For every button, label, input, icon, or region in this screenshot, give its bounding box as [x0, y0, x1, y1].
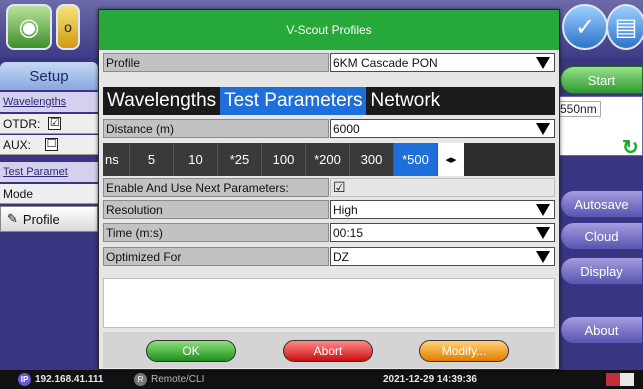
remote-status: R Remote/CLI: [134, 373, 204, 386]
distance-option[interactable]: *200: [306, 143, 350, 176]
optimized-select[interactable]: DZ: [330, 247, 555, 266]
aux-checkbox[interactable]: ☐: [45, 138, 59, 151]
status-bar: IP 192.168.41.111 R Remote/CLI 2021-12-2…: [0, 370, 643, 389]
remote-text: Remote/CLI: [151, 374, 205, 385]
test-params-header: Test Paramet: [0, 162, 98, 182]
distance-option[interactable]: 300: [350, 143, 394, 176]
status-flags-icon: [606, 373, 634, 386]
cloud-button[interactable]: Cloud: [560, 222, 643, 250]
distance-option[interactable]: ns: [103, 143, 130, 176]
aux-label: AUX:: [3, 137, 32, 152]
profile-button[interactable]: ✎ Profile: [0, 206, 98, 232]
distance-option[interactable]: 5: [130, 143, 174, 176]
about-button[interactable]: About: [560, 316, 643, 344]
wavelengths-header: Wavelengths: [0, 92, 98, 112]
mode-row[interactable]: Mode: [0, 184, 98, 204]
enable-next-row: Enable And Use Next Parameters: ☑: [103, 178, 555, 197]
resolution-value: High: [333, 202, 358, 217]
start-button[interactable]: Start: [560, 66, 643, 94]
chevron-down-icon: [536, 57, 550, 69]
checkbox-icon[interactable]: ☑: [333, 179, 346, 196]
secondary-app-icon[interactable]: o: [56, 4, 80, 50]
optimized-value: DZ: [333, 249, 349, 264]
optimized-label: Optimized For: [103, 247, 329, 266]
distance-option[interactable]: 100: [262, 143, 306, 176]
distance-row: Distance (m) 6000: [103, 119, 555, 138]
distance-options: ns 5 10 *25 100 *200 300 *500 ◂▸: [103, 143, 555, 176]
scroll-arrows-icon[interactable]: ◂▸: [438, 143, 464, 176]
distance-option-selected[interactable]: *500: [394, 143, 438, 176]
aux-row[interactable]: AUX: ☐: [0, 135, 98, 155]
pencil-icon: ✎: [7, 211, 18, 226]
otdr-label: OTDR:: [3, 116, 41, 131]
profile-label: Profile: [103, 53, 329, 72]
profiles-dialog: V-Scout Profiles Profile 6KM Cascade PON…: [98, 9, 560, 370]
optimized-row: Optimized For DZ: [103, 247, 555, 266]
tab-test-parameters[interactable]: Test Parameters: [220, 87, 367, 115]
chevron-down-icon: [536, 123, 550, 135]
enable-next-label: Enable And Use Next Parameters:: [103, 178, 329, 197]
resolution-select[interactable]: High: [330, 200, 555, 219]
time-row: Time (m:s) 00:15: [103, 223, 555, 242]
autosave-button[interactable]: Autosave: [560, 190, 643, 218]
chevron-down-icon: [536, 204, 550, 216]
distance-option[interactable]: *25: [218, 143, 262, 176]
wavelength-label: 550nm: [556, 101, 601, 117]
enable-next-checkbox[interactable]: ☑: [330, 178, 555, 197]
ip-badge-icon: IP: [18, 373, 31, 386]
profile-select[interactable]: 6KM Cascade PON: [330, 53, 555, 72]
display-button[interactable]: Display: [560, 257, 643, 285]
chevron-down-icon: [536, 251, 550, 263]
time-select[interactable]: 00:15: [330, 223, 555, 242]
chevron-down-icon: [536, 227, 550, 239]
dialog-title: V-Scout Profiles: [99, 10, 559, 50]
resolution-label: Resolution: [103, 200, 329, 219]
otdr-app-icon[interactable]: ◉: [6, 4, 52, 50]
time-value: 00:15: [333, 225, 364, 240]
profile-row: Profile 6KM Cascade PON: [103, 53, 555, 72]
otdr-checkbox[interactable]: ☑: [48, 117, 62, 130]
ok-button[interactable]: OK: [146, 340, 236, 362]
tab-wavelengths[interactable]: Wavelengths: [103, 87, 220, 115]
distance-label: Distance (m): [103, 119, 329, 138]
profile-value: 6KM Cascade PON: [333, 55, 438, 70]
tab-bar: Wavelengths Test Parameters Network: [103, 87, 555, 115]
ip-address: IP 192.168.41.111: [18, 373, 103, 386]
distance-value: 6000: [333, 121, 360, 136]
modify-button[interactable]: Modify...: [419, 340, 509, 362]
refresh-icon[interactable]: ↻: [622, 135, 639, 160]
abort-button[interactable]: Abort: [283, 340, 373, 362]
connect-icon[interactable]: ✓: [562, 4, 608, 50]
tab-network[interactable]: Network: [366, 87, 444, 115]
remote-badge-icon: R: [134, 373, 147, 386]
setup-tab[interactable]: Setup: [0, 62, 98, 90]
profile-button-label: Profile: [22, 211, 60, 227]
distance-option[interactable]: 10: [174, 143, 218, 176]
resolution-row: Resolution High: [103, 200, 555, 219]
empty-area: [103, 278, 555, 328]
folder-icon[interactable]: ▤: [606, 4, 643, 50]
datetime: 2021-12-29 14:39:36: [383, 374, 477, 385]
ip-text: 192.168.41.111: [35, 374, 104, 385]
otdr-row[interactable]: OTDR: ☑: [0, 114, 98, 134]
time-label: Time (m:s): [103, 223, 329, 242]
distance-select[interactable]: 6000: [330, 119, 555, 138]
